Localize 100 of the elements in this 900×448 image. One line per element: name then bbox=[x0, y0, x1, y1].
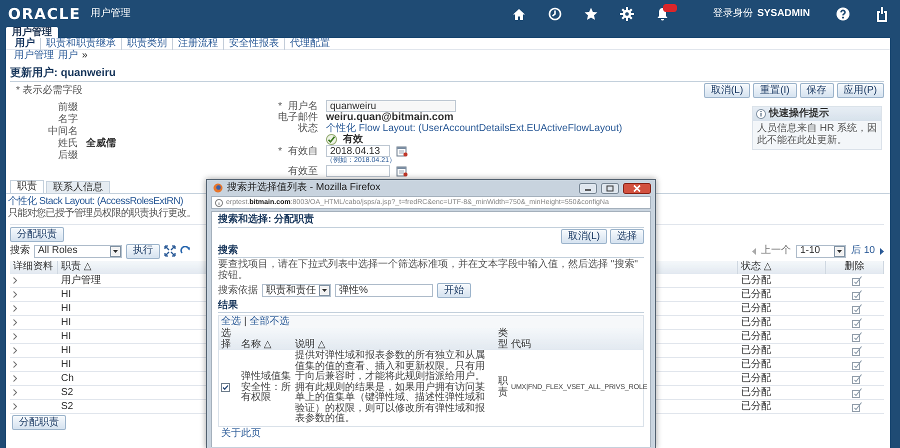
minimize-icon[interactable] bbox=[579, 182, 597, 194]
role-filter-select[interactable]: All Roles bbox=[34, 244, 122, 258]
field-label: 名字 bbox=[57, 114, 78, 126]
go-button[interactable]: 执行 bbox=[126, 244, 160, 258]
action-button[interactable]: 取消(L) bbox=[704, 83, 750, 98]
column-header: 代码 bbox=[509, 328, 643, 350]
popup-heading: 搜索和选择: 分配职责 bbox=[218, 212, 644, 228]
table-cell: 已分配 bbox=[741, 358, 771, 370]
tip-text: 人员信息来自 HR 系统，因此不能在此处更新。 bbox=[756, 122, 878, 148]
settings-icon[interactable] bbox=[620, 7, 634, 21]
tip-title: 快速操作提示 bbox=[769, 108, 829, 120]
table-cell: 已分配 bbox=[741, 400, 771, 412]
refresh-icon[interactable] bbox=[180, 246, 191, 256]
checkbox-label: 有效 bbox=[343, 134, 363, 145]
section-heading: 搜索 bbox=[218, 245, 644, 258]
logout-icon[interactable] bbox=[876, 6, 888, 22]
field-label: 前缀 bbox=[57, 102, 78, 114]
detail-tab[interactable]: 联系人信息 bbox=[46, 181, 110, 193]
table-cell: 职责 bbox=[498, 377, 508, 398]
popup-button[interactable]: 取消(L) bbox=[560, 229, 607, 244]
home-icon[interactable] bbox=[512, 8, 526, 20]
search-label: 搜索 bbox=[10, 245, 30, 257]
nav-link[interactable]: 注册流程 bbox=[172, 38, 223, 50]
table-cell: HI bbox=[61, 358, 71, 370]
column-header: 说明 △ bbox=[293, 328, 496, 350]
calendar-icon bbox=[396, 165, 408, 177]
username-field[interactable]: quanweiru bbox=[326, 100, 456, 112]
field-label: 状态 bbox=[298, 123, 318, 134]
next-link[interactable]: 后 10 bbox=[851, 245, 875, 257]
previous-icon bbox=[752, 248, 756, 254]
about-page-link[interactable]: 关于此页 bbox=[221, 428, 261, 438]
help-icon[interactable] bbox=[836, 7, 850, 21]
email-value: weiru.quan@bitmain.com bbox=[326, 112, 454, 123]
personalize-link[interactable]: 个性化 Flow Layout: (UserAccountDetailsExt.EUActiveFlowLayout) bbox=[326, 123, 622, 134]
login-label: 登录身份 bbox=[713, 8, 754, 20]
clock-icon[interactable] bbox=[548, 7, 562, 21]
search-by-select[interactable]: 职责和责任 bbox=[262, 284, 331, 297]
field-label: 电子邮件 bbox=[278, 112, 318, 123]
assign-roles-button[interactable]: 分配职责 bbox=[10, 227, 64, 242]
range-select[interactable]: 1-10 bbox=[796, 244, 846, 258]
personalize-link[interactable]: 个性化 Stack Layout: (AccessRolesExtRN) bbox=[8, 196, 184, 207]
table-cell: 用户管理 bbox=[61, 274, 101, 286]
nav-link[interactable]: 安全性报表 bbox=[223, 38, 284, 50]
assign-roles-button[interactable]: 分配职责 bbox=[12, 415, 66, 430]
table-cell: 已分配 bbox=[741, 330, 771, 342]
detail-tab[interactable]: 职责 bbox=[10, 180, 44, 193]
table-cell: S2 bbox=[61, 400, 74, 412]
maximize-icon[interactable] bbox=[601, 182, 619, 194]
table-cell: 已分配 bbox=[741, 316, 771, 328]
breadcrumb-link[interactable]: 用户 bbox=[58, 50, 78, 62]
info-icon bbox=[215, 198, 223, 206]
browser-icon bbox=[213, 183, 223, 193]
checkbox-icon[interactable] bbox=[221, 383, 230, 392]
table-cell: HI bbox=[61, 288, 71, 300]
field-label: 姓氏 bbox=[57, 138, 78, 150]
dropdown-caret-icon bbox=[837, 250, 842, 252]
calendar-icon bbox=[396, 145, 408, 157]
column-header: 类型 bbox=[496, 328, 509, 350]
select-none-link[interactable]: 全部不选 bbox=[250, 316, 290, 328]
required-mark: * bbox=[278, 100, 282, 112]
nav-link[interactable]: 用户 bbox=[10, 38, 40, 50]
breadcrumb-separator: » bbox=[82, 50, 88, 62]
nav-link[interactable]: 代理配置 bbox=[284, 38, 335, 50]
close-icon[interactable] bbox=[623, 182, 651, 194]
table-cell-text: 提供对弹性域和报表参数的所有独立和从属值集的值的查看、插入和更新权限。只有用于向后兼容时，才能将此规则指派给用户。拥有此规则的结果是，如果用户拥有访问某单上的值集单（键弹性域、描述性弹性域和验证）的权限，则可以修改所有弹性域和报表参数的值。 bbox=[295, 351, 486, 424]
column-header: 选择 bbox=[219, 328, 239, 350]
column-header: 删除 bbox=[826, 261, 884, 274]
expand-arrows-icon[interactable] bbox=[164, 245, 176, 257]
action-button[interactable]: 重置(I) bbox=[753, 83, 797, 98]
date-field[interactable]: 2018.04.13 bbox=[326, 145, 390, 157]
search-field[interactable]: 弹性% bbox=[335, 284, 433, 297]
nav-link[interactable]: 职责和职责继承 bbox=[40, 38, 121, 50]
field-label: 有效自 bbox=[288, 146, 318, 156]
action-button[interactable]: 保存 bbox=[800, 83, 834, 98]
table-cell: Ch bbox=[61, 372, 74, 384]
bell-icon[interactable] bbox=[656, 7, 670, 21]
breadcrumb-link[interactable]: 用户管理 bbox=[14, 50, 54, 62]
field-label: 后缀 bbox=[57, 150, 78, 162]
table-cell: HI bbox=[61, 330, 71, 342]
dropdown-caret-icon bbox=[113, 250, 118, 252]
table-cell: 已分配 bbox=[741, 372, 771, 384]
dropdown-caret-icon bbox=[322, 289, 327, 292]
table-cell: HI bbox=[61, 316, 71, 328]
action-button[interactable]: 应用(P) bbox=[836, 83, 884, 98]
table-cell: 已分配 bbox=[741, 344, 771, 356]
star-icon[interactable] bbox=[584, 7, 598, 21]
select-all-link[interactable]: 全选 bbox=[221, 316, 241, 328]
next-icon[interactable] bbox=[880, 248, 884, 254]
field-value: 全威儒 bbox=[86, 138, 117, 150]
checkmark-icon[interactable] bbox=[326, 134, 337, 145]
field-label: 有效至 bbox=[288, 166, 318, 176]
top-tab[interactable]: 用户管理 bbox=[6, 27, 58, 38]
link-separator: | bbox=[244, 316, 247, 328]
section-heading: 结果 bbox=[218, 300, 644, 313]
go-button[interactable]: 开始 bbox=[437, 283, 471, 298]
required-mark: * bbox=[278, 146, 282, 156]
date-field[interactable] bbox=[326, 165, 390, 177]
window-title: 搜索并选择值列表 - Mozilla Firefox bbox=[227, 182, 380, 194]
popup-button[interactable]: 选择 bbox=[610, 229, 644, 244]
nav-link[interactable]: 职责类别 bbox=[121, 38, 172, 50]
